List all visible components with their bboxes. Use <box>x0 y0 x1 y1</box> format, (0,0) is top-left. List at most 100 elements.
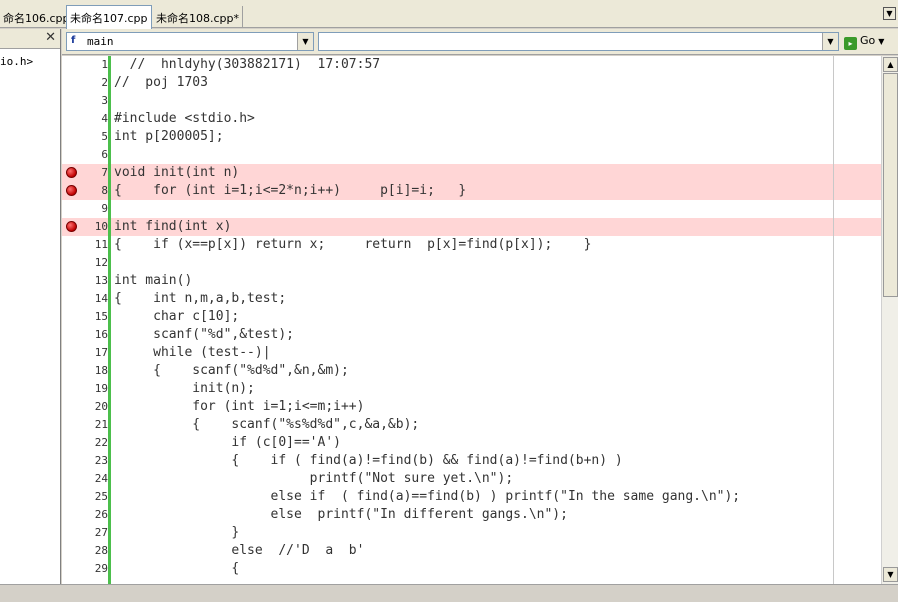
line-number: 24 <box>94 472 108 485</box>
code-line[interactable]: 2 // poj 1703 <box>62 74 881 92</box>
line-number: 28 <box>94 544 108 557</box>
code-text[interactable]: else printf("In different gangs.\n"); <box>114 506 568 524</box>
code-line[interactable]: 12 <box>62 254 881 272</box>
chevron-down-icon[interactable]: ▼ <box>822 33 838 50</box>
code-text[interactable]: } <box>114 524 239 542</box>
line-number: 6 <box>101 148 108 161</box>
code-line[interactable]: 20 for (int i=1;i<=m;i++) <box>62 398 881 416</box>
code-text[interactable]: void init(int n) <box>114 164 239 182</box>
code-line[interactable]: 15 char c[10]; <box>62 308 881 326</box>
vertical-scrollbar[interactable]: ▲ ▼ <box>881 56 898 584</box>
code-line[interactable]: 10 int find(int x) <box>62 218 881 236</box>
close-icon[interactable]: ✕ <box>45 30 56 45</box>
code-text[interactable]: { for (int i=1;i<=2*n;i++) p[i]=i; } <box>114 182 466 200</box>
code-line[interactable]: 17 while (test--)| <box>62 344 881 362</box>
code-line[interactable]: 28 else //'D a b' <box>62 542 881 560</box>
function-combo-value: main <box>87 35 114 48</box>
code-line[interactable]: 23 { if ( find(a)!=find(b) && find(a)!=f… <box>62 452 881 470</box>
code-text[interactable]: #include <stdio.h> <box>114 110 255 128</box>
code-line[interactable]: 4 #include <stdio.h> <box>62 110 881 128</box>
go-button[interactable]: ▸ Go ▼ <box>844 33 894 51</box>
code-line[interactable]: 1 // hnldyhy(303882171) 17:07:57 <box>62 56 881 74</box>
right-margin-line <box>833 56 834 584</box>
code-line[interactable]: 25 else if ( find(a)==find(b) ) printf("… <box>62 488 881 506</box>
code-line[interactable]: 24 printf("Not sure yet.\n"); <box>62 470 881 488</box>
line-number: 13 <box>94 274 108 287</box>
line-number: 21 <box>94 418 108 431</box>
go-arrow-icon: ▸ <box>844 37 857 50</box>
scope-combo[interactable]: ▼ <box>318 32 839 51</box>
function-combo[interactable]: f main ▼ <box>66 32 314 51</box>
code-text[interactable]: { int n,m,a,b,test; <box>114 290 286 308</box>
code-text[interactable]: if (c[0]=='A') <box>114 434 341 452</box>
line-number: 7 <box>101 166 108 179</box>
project-panel: ✕ io.h> <box>0 29 61 584</box>
line-number: 1 <box>101 58 108 71</box>
line-number: 15 <box>94 310 108 323</box>
code-line[interactable]: 5 int p[200005]; <box>62 128 881 146</box>
change-bar <box>108 56 111 584</box>
code-text[interactable]: for (int i=1;i<=m;i++) <box>114 398 364 416</box>
line-number: 10 <box>94 220 108 233</box>
breakpoint-icon[interactable] <box>66 185 77 196</box>
code-text[interactable]: { <box>114 560 239 578</box>
code-text[interactable]: int p[200005]; <box>114 128 224 146</box>
scroll-up-icon[interactable]: ▲ <box>883 57 898 72</box>
project-panel-header: ✕ <box>0 29 60 49</box>
code-text[interactable]: char c[10]; <box>114 308 239 326</box>
code-text[interactable]: scanf("%d",&test); <box>114 326 294 344</box>
code-line[interactable]: 8 { for (int i=1;i<=2*n;i++) p[i]=i; } <box>62 182 881 200</box>
line-number: 11 <box>94 238 108 251</box>
code-line[interactable]: 26 else printf("In different gangs.\n"); <box>62 506 881 524</box>
line-number: 8 <box>101 184 108 197</box>
breakpoint-icon[interactable] <box>66 167 77 178</box>
code-line[interactable]: 14 { int n,m,a,b,test; <box>62 290 881 308</box>
code-line[interactable]: 9 <box>62 200 881 218</box>
panel-list-item[interactable]: io.h> <box>0 55 33 68</box>
code-text[interactable]: else //'D a b' <box>114 542 364 560</box>
code-line[interactable]: 18 { scanf("%d%d",&n,&m); <box>62 362 881 380</box>
code-text[interactable]: // hnldyhy(303882171) 17:07:57 <box>114 56 380 74</box>
code-line[interactable]: 29 { <box>62 560 881 578</box>
code-text[interactable]: { if (x==p[x]) return x; return p[x]=fin… <box>114 236 591 254</box>
line-number: 18 <box>94 364 108 377</box>
code-text[interactable]: { if ( find(a)!=find(b) && find(a)!=find… <box>114 452 622 470</box>
line-number: 5 <box>101 130 108 143</box>
scrollbar-thumb[interactable] <box>883 73 898 297</box>
code-line[interactable]: 6 <box>62 146 881 164</box>
code-text[interactable]: // poj 1703 <box>114 74 208 92</box>
code-line[interactable]: 7 void init(int n) <box>62 164 881 182</box>
tab-file-108[interactable]: 未命名108.cpp* <box>153 6 244 28</box>
code-line[interactable]: 3 <box>62 92 881 110</box>
code-text[interactable]: else if ( find(a)==find(b) ) printf("In … <box>114 488 741 506</box>
code-line[interactable]: 22 if (c[0]=='A') <box>62 434 881 452</box>
chevron-down-icon: ▼ <box>878 37 885 46</box>
code-line[interactable]: 21 { scanf("%s%d%d",c,&a,&b); <box>62 416 881 434</box>
code-text[interactable]: printf("Not sure yet.\n"); <box>114 470 514 488</box>
code-line[interactable]: 16 scanf("%d",&test); <box>62 326 881 344</box>
code-editor[interactable]: 1 // hnldyhy(303882171) 17:07:57 2 // poj … <box>62 56 881 584</box>
code-text[interactable]: init(n); <box>114 380 255 398</box>
code-text[interactable]: { scanf("%d%d",&n,&m); <box>114 362 349 380</box>
scroll-down-icon[interactable]: ▼ <box>883 567 898 582</box>
code-line[interactable]: 19 init(n); <box>62 380 881 398</box>
code-line[interactable]: 27 } <box>62 524 881 542</box>
line-number: 2 <box>101 76 108 89</box>
function-icon: f <box>71 35 76 46</box>
code-text[interactable]: while (test--)| <box>114 344 270 362</box>
code-text[interactable]: int main() <box>114 272 192 290</box>
line-number: 22 <box>94 436 108 449</box>
code-text[interactable]: int find(int x) <box>114 218 231 236</box>
code-text[interactable]: { scanf("%s%d%d",c,&a,&b); <box>114 416 419 434</box>
code-line[interactable]: 13 int main() <box>62 272 881 290</box>
line-number: 16 <box>94 328 108 341</box>
breakpoint-icon[interactable] <box>66 221 77 232</box>
tab-list-dropdown-icon[interactable]: ▼ <box>883 7 896 20</box>
line-number: 17 <box>94 346 108 359</box>
tab-bar: 命名106.cpp* 未命名107.cpp 未命名108.cpp* ▼ <box>0 0 898 29</box>
tab-file-107[interactable]: 未命名107.cpp <box>66 5 152 29</box>
line-number: 20 <box>94 400 108 413</box>
line-number: 4 <box>101 112 108 125</box>
chevron-down-icon[interactable]: ▼ <box>297 33 313 50</box>
code-line[interactable]: 11 { if (x==p[x]) return x; return p[x]=f… <box>62 236 881 254</box>
